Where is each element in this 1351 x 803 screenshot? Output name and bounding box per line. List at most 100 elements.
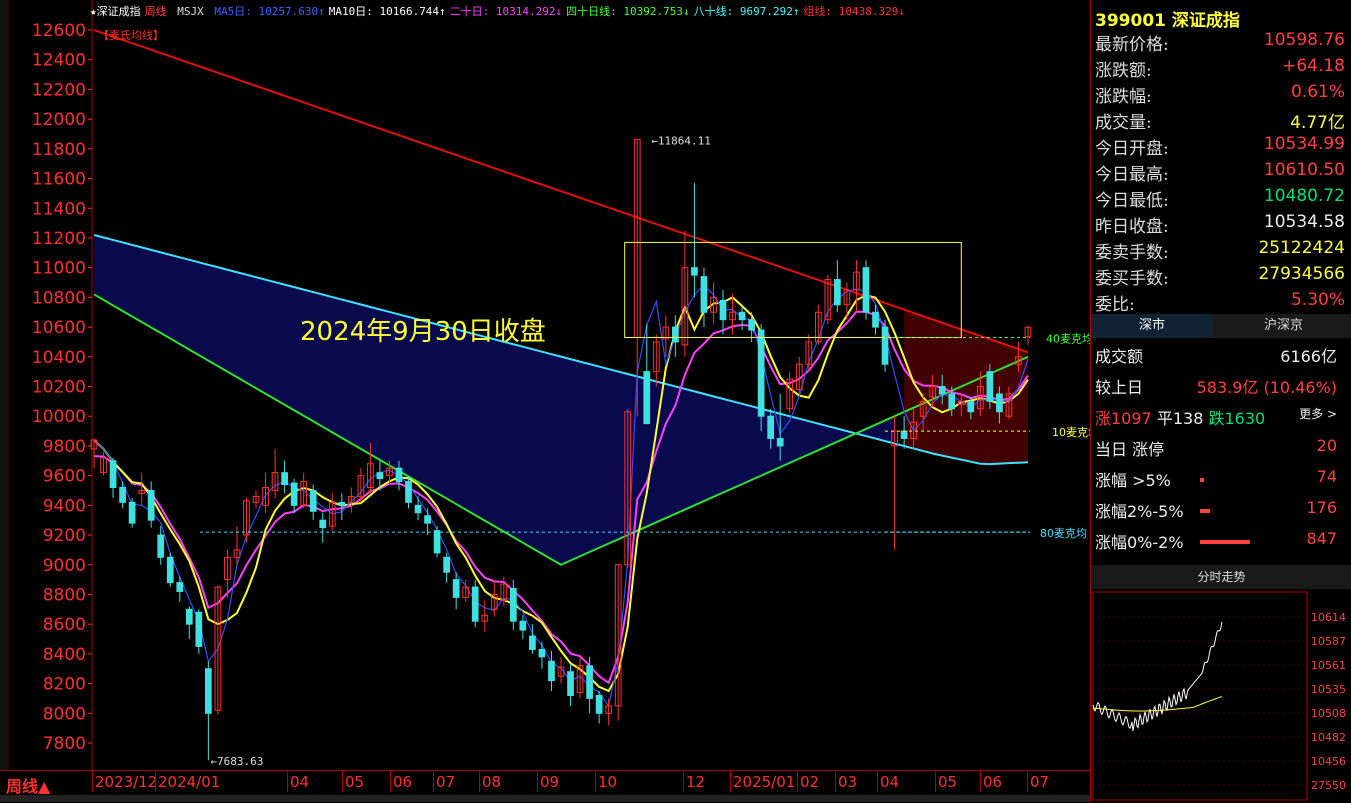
quote-value: 10534.58	[1263, 212, 1345, 232]
candle	[672, 315, 679, 357]
candle	[757, 324, 765, 432]
tab-shenzhen[interactable]: 深市	[1091, 314, 1213, 338]
x-tick-label: 07	[1030, 773, 1050, 791]
quote-label: 涨跌幅:	[1095, 87, 1152, 107]
candle	[100, 451, 107, 476]
y-tick-label: 10800	[32, 288, 86, 308]
candle	[433, 526, 441, 558]
band-bar	[1200, 540, 1251, 544]
y-tick-label: 11000	[32, 259, 86, 279]
quote-row: 最新价格: 10598.76	[1095, 30, 1345, 56]
quote-value: 10480.72	[1263, 186, 1345, 206]
tab-all-markets[interactable]: 沪深京	[1215, 314, 1351, 338]
candle	[509, 579, 517, 631]
candle	[452, 572, 460, 610]
intraday-tick: 10508	[1311, 707, 1346, 720]
quote-row: 成交量: 4.77亿	[1095, 108, 1345, 134]
quote-label: 委卖手数:	[1095, 243, 1169, 263]
quote-row: 今日最低: 10480.72	[1095, 186, 1345, 212]
candle	[567, 664, 574, 706]
ma-value-2: 二十日: 10314.292↓	[449, 5, 563, 18]
band-value: 847	[1306, 529, 1337, 548]
quote-value: 4.77亿	[1290, 113, 1345, 133]
more-link[interactable]: 更多 >	[1299, 405, 1337, 422]
indicator-code: MSJX	[177, 5, 204, 18]
y-tick-label: 8800	[43, 585, 86, 605]
limit-up-row: 当日 涨停 20	[1095, 436, 1337, 459]
quote-value: 5.30%	[1290, 290, 1345, 310]
candle	[195, 609, 203, 654]
left-rail[interactable]	[0, 0, 9, 770]
candle	[814, 304, 822, 345]
x-tick-label: 2024/01	[158, 773, 221, 791]
x-divider	[980, 770, 981, 792]
x-divider	[537, 770, 538, 792]
x-divider	[797, 770, 798, 792]
candle	[252, 490, 260, 509]
gain-band-row: 涨幅0%-2% 847	[1095, 529, 1345, 555]
x-tick-label: 05	[938, 773, 958, 791]
intraday-chart[interactable]: 10614 10587 10561 10535 10508 10482 10456 27550	[1091, 590, 1351, 802]
quote-label: 今日最低:	[1095, 191, 1169, 211]
y-tick-label: 8600	[43, 615, 86, 635]
x-tick-label: 03	[838, 773, 858, 791]
gain-band-row: 涨幅 >5% 74	[1095, 467, 1345, 493]
quote-row: 今日开盘: 10534.99	[1095, 134, 1345, 160]
candle	[643, 324, 651, 425]
ma-band-fill	[94, 234, 895, 565]
candle	[862, 260, 870, 320]
x-tick-label: 07	[436, 773, 456, 791]
intraday-tick: 10614	[1311, 611, 1346, 624]
y-tick-label: 12400	[32, 51, 86, 71]
candle	[519, 615, 527, 640]
intraday-title[interactable]: 分时走势	[1091, 565, 1351, 589]
candle	[786, 371, 794, 414]
intraday-tick: 27550	[1311, 779, 1346, 792]
y-tick-label: 9000	[43, 556, 86, 576]
flat-count: 平138	[1156, 409, 1204, 428]
index-name: ★深证成指	[90, 5, 141, 18]
bottom-tab-strip[interactable]	[0, 795, 1090, 802]
candle	[443, 552, 450, 583]
quote-value: 27934566	[1258, 264, 1345, 284]
candle	[185, 606, 193, 640]
quote-label: 涨跌额:	[1095, 61, 1152, 81]
candle	[738, 306, 746, 331]
y-tick-label: 8200	[43, 675, 86, 695]
candle	[538, 641, 546, 669]
x-divider	[342, 770, 343, 792]
candle	[290, 478, 298, 513]
kline-chart[interactable]: 12600 12400 12200 12000 11800 11600 11400 11200…	[0, 0, 1090, 770]
x-tick-label: 04	[880, 773, 900, 791]
intraday-tick: 10535	[1311, 683, 1346, 696]
x-tick-label: 12	[686, 773, 706, 791]
quote-row: 昨日收盘: 10534.58	[1095, 212, 1345, 238]
low-label: ←7683.63	[210, 755, 263, 768]
candle	[271, 448, 279, 498]
quote-label: 昨日收盘:	[1095, 217, 1169, 237]
y-tick-label: 11200	[32, 229, 86, 249]
high-label: ←11864.11	[651, 134, 711, 147]
candle	[652, 334, 660, 387]
candle	[128, 497, 136, 528]
candle	[138, 472, 146, 506]
band-label: 涨幅2%-5%	[1095, 502, 1184, 521]
period-selector[interactable]: 周线▲	[6, 773, 50, 797]
quote-value: 0.61%	[1290, 82, 1345, 102]
candle	[595, 691, 603, 724]
quote-label: 委比:	[1095, 295, 1135, 315]
y-tick-label: 9400	[43, 496, 86, 516]
x-divider	[835, 770, 836, 792]
line-label-1: 10麦克均	[1052, 426, 1090, 439]
quote-row: 委卖手数: 25122424	[1095, 238, 1345, 264]
x-tick-label: 06	[983, 773, 1003, 791]
ma-header: ★深证成指 周线 MSJX MA5日: 10257.630↑ MA10日: 1016…	[90, 3, 913, 19]
x-tick-label: 09	[540, 773, 560, 791]
x-divider	[1027, 770, 1028, 792]
y-tick-label: 10600	[32, 318, 86, 338]
quote-label: 委买手数:	[1095, 269, 1169, 289]
y-tick-label: 12200	[32, 80, 86, 100]
quote-value: 10534.99	[1263, 134, 1345, 154]
turnover-row: 成交额 6166亿	[1095, 347, 1337, 366]
candle	[1024, 325, 1032, 345]
